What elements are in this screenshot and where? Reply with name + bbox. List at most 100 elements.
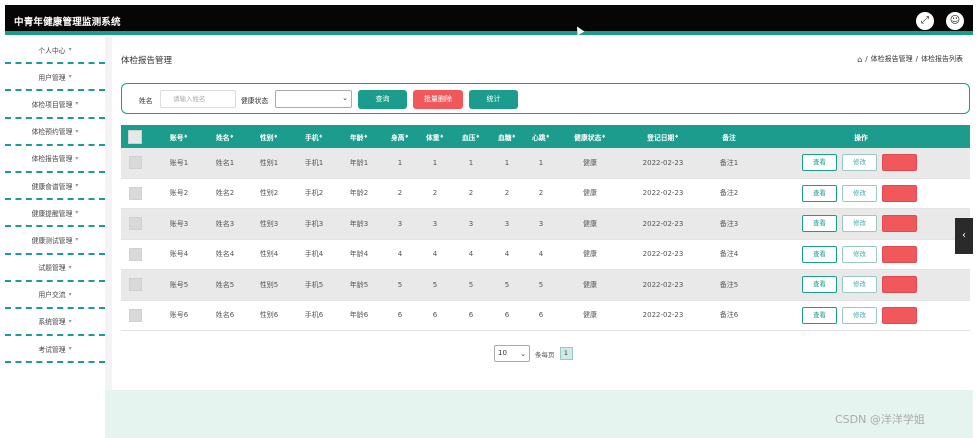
content-panel: 体检报告管理 ⌂ / 体检报告管理 / 体检报告列表 姓名 请输入姓名 健康状态… bbox=[112, 37, 973, 390]
home-icon[interactable]: ⌂ bbox=[857, 55, 862, 64]
sidebar-item[interactable]: 健康提醒管理 ▾ bbox=[5, 200, 105, 228]
table-cell: 备注4 bbox=[719, 250, 739, 259]
table-cell: 姓名6 bbox=[215, 311, 235, 320]
breadcrumb-item[interactable]: 体检报告管理 bbox=[871, 54, 913, 64]
delete-button[interactable]: 删除 bbox=[882, 245, 917, 263]
table-cell: 5 bbox=[468, 280, 474, 289]
table-cell: 健康 bbox=[583, 280, 597, 289]
column-header[interactable]: 心跳 ♦ bbox=[527, 125, 555, 148]
table-cell: 2 bbox=[397, 189, 403, 198]
column-header-label: 手机 bbox=[304, 133, 319, 142]
sidebar-item[interactable]: 体检项目管理 ▾ bbox=[5, 91, 105, 119]
delete-button[interactable]: 删除 bbox=[882, 276, 917, 294]
table-cell: 健康 bbox=[583, 219, 597, 228]
row-actions: 查看 修改 删除 bbox=[802, 301, 917, 331]
sidebar-item-label: 健康食谱管理 bbox=[31, 182, 73, 191]
table-cell: 备注5 bbox=[719, 280, 739, 289]
edit-button[interactable]: 修改 bbox=[842, 306, 877, 324]
column-header-label: 备注 bbox=[722, 133, 736, 142]
table-cell: 性别6 bbox=[259, 311, 279, 320]
breadcrumb-separator: / bbox=[865, 55, 868, 63]
delete-button[interactable]: 删除 bbox=[882, 184, 917, 202]
sidebar-item[interactable]: 健康测试管理 ▾ bbox=[5, 227, 105, 255]
view-button[interactable]: 查看 bbox=[802, 245, 837, 263]
name-search-input[interactable]: 请输入姓名 bbox=[160, 90, 236, 108]
column-header[interactable]: 身高 ♦ bbox=[386, 125, 414, 148]
row-checkbox[interactable] bbox=[128, 217, 142, 231]
edit-button[interactable]: 修改 bbox=[842, 245, 877, 263]
table-cell: 手机6 bbox=[304, 311, 324, 320]
table-cell: 3 bbox=[538, 219, 544, 228]
batch-delete-button[interactable]: 批量删除 bbox=[413, 90, 463, 109]
column-header[interactable]: 血压 ♦ bbox=[457, 125, 485, 148]
chevron-down-icon: ▾ bbox=[75, 209, 79, 217]
table-cell: 手机3 bbox=[304, 219, 324, 228]
row-checkbox[interactable] bbox=[128, 278, 142, 292]
view-button[interactable]: 查看 bbox=[802, 154, 837, 172]
table-cell: 账号4 bbox=[169, 250, 189, 259]
chevron-down-icon: ▾ bbox=[68, 345, 72, 353]
sidebar-item[interactable]: 用户交流 ▾ bbox=[5, 282, 105, 309]
table-cell: 5 bbox=[538, 280, 544, 289]
delete-button[interactable]: 删除 bbox=[882, 306, 917, 324]
view-button[interactable]: 查看 bbox=[802, 276, 837, 294]
select-all-checkbox[interactable] bbox=[128, 129, 142, 144]
sidebar-item-label: 体检报告管理 bbox=[31, 155, 73, 164]
table-cell: 手机1 bbox=[304, 158, 324, 167]
sidebar-item[interactable]: 健康食谱管理 ▾ bbox=[5, 173, 105, 201]
sidebar-item[interactable]: 体检报告管理 ▾ bbox=[5, 146, 105, 173]
table-cell: 姓名2 bbox=[215, 189, 235, 198]
row-checkbox[interactable] bbox=[128, 156, 142, 170]
column-header[interactable]: 登记日期 ♦ bbox=[623, 125, 703, 148]
column-header[interactable]: 手机 ♦ bbox=[294, 125, 334, 148]
delete-button[interactable]: 删除 bbox=[882, 154, 917, 172]
column-header[interactable]: 姓名 ♦ bbox=[205, 125, 245, 148]
row-actions: 查看 修改 删除 bbox=[802, 240, 917, 270]
status-select[interactable]: ⌄ bbox=[275, 90, 352, 108]
edit-button[interactable]: 修改 bbox=[842, 276, 877, 294]
row-checkbox[interactable] bbox=[128, 186, 142, 200]
sidebar-item[interactable]: 试题管理 ▾ bbox=[5, 255, 105, 282]
edit-button[interactable]: 修改 bbox=[842, 184, 877, 202]
view-button[interactable]: 查看 bbox=[802, 184, 837, 202]
column-header[interactable]: 体重 ♦ bbox=[421, 125, 449, 148]
collapse-panel-tab[interactable]: ‹ bbox=[955, 218, 973, 254]
sidebar-item[interactable]: 体检预约管理 ▾ bbox=[5, 119, 105, 146]
table-cell: 2022-02-23 bbox=[642, 311, 684, 320]
breadcrumb: ⌂ / 体检报告管理 / 体检报告列表 bbox=[857, 54, 963, 64]
column-header[interactable]: 备注 bbox=[699, 125, 759, 148]
row-checkbox-cell bbox=[125, 148, 145, 178]
expand-icon[interactable]: ⤢ bbox=[916, 12, 934, 30]
view-button[interactable]: 查看 bbox=[802, 306, 837, 324]
row-checkbox[interactable] bbox=[128, 247, 142, 261]
column-header[interactable]: 血糖 ♦ bbox=[493, 125, 521, 148]
column-header[interactable]: 健康状态 ♦ bbox=[560, 125, 620, 148]
sidebar-item[interactable]: 考试管理 ▾ bbox=[5, 336, 105, 364]
edit-button[interactable]: 修改 bbox=[842, 215, 877, 233]
search-panel: 姓名 请输入姓名 健康状态 ⌄ 查询 批量删除 统计 bbox=[121, 83, 970, 114]
column-header[interactable]: 年龄 ♦ bbox=[339, 125, 379, 148]
row-actions: 查看 修改 删除 bbox=[802, 209, 917, 239]
edit-button[interactable]: 修改 bbox=[842, 154, 877, 172]
column-header[interactable]: 性别 ♦ bbox=[249, 125, 289, 148]
row-checkbox[interactable] bbox=[128, 308, 142, 322]
query-button[interactable]: 查询 bbox=[358, 90, 407, 109]
table-cell: 1 bbox=[504, 158, 510, 167]
table-cell: 4 bbox=[468, 250, 474, 259]
sidebar-item[interactable]: 用户管理 ▾ bbox=[5, 64, 105, 92]
row-checkbox-cell bbox=[125, 270, 145, 300]
delete-button[interactable]: 删除 bbox=[882, 215, 917, 233]
page-size-select[interactable]: 10 ⌄ bbox=[494, 345, 530, 362]
stats-button[interactable]: 统计 bbox=[469, 90, 518, 109]
page-number-button[interactable]: 1 bbox=[559, 347, 573, 360]
table-cell: 年龄1 bbox=[349, 158, 369, 167]
sidebar-item[interactable]: 个人中心 ▾ bbox=[5, 37, 105, 65]
sidebar-item-label: 试题管理 bbox=[38, 264, 66, 273]
breadcrumb-separator: / bbox=[915, 55, 918, 63]
view-button[interactable]: 查看 bbox=[802, 215, 837, 233]
table-cell: 账号6 bbox=[169, 311, 189, 320]
column-header[interactable]: 账号 ♦ bbox=[159, 125, 199, 148]
table-row: 账号4 姓名4 性别4 手机4 年龄4 4 4 4 4 4 健康 2022-02-23 备注4 查看 修改删… bbox=[121, 239, 970, 270]
sidebar-item[interactable]: 系统管理 ▾ bbox=[5, 309, 105, 337]
user-icon[interactable]: ☺ bbox=[946, 12, 964, 30]
